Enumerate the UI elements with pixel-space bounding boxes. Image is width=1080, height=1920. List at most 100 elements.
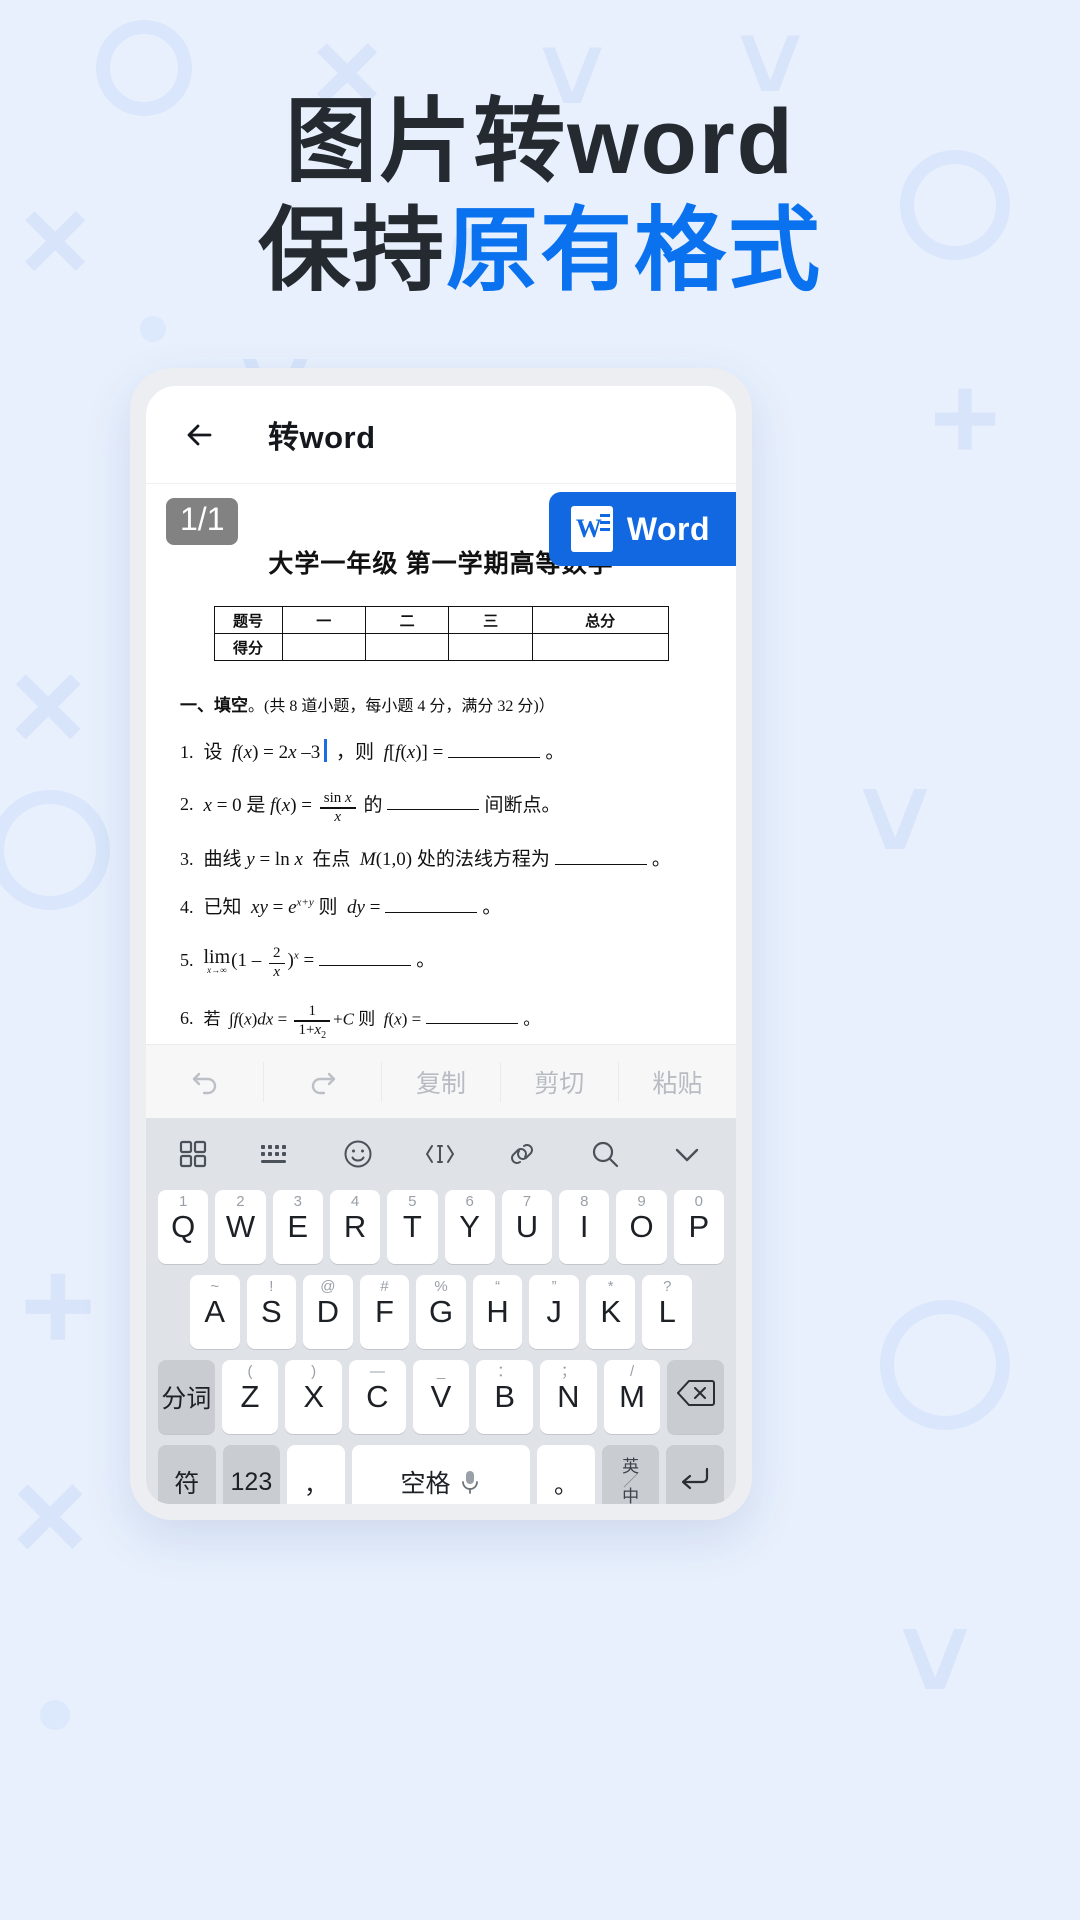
table-cell xyxy=(281,633,366,661)
question-item: 1. 设 f(x) = 2x –3 ，则 f[f(x)] =。 xyxy=(180,739,702,766)
cut-button[interactable]: 剪切 xyxy=(501,1061,619,1102)
key-hint: ) xyxy=(311,1363,317,1380)
key-hint: / xyxy=(629,1363,635,1380)
key-u[interactable]: 7U xyxy=(501,1190,553,1264)
hero-headline: 图片转word 保持原有格式 xyxy=(0,88,1080,305)
key-enter[interactable] xyxy=(666,1445,724,1504)
key-h[interactable]: “H xyxy=(472,1275,523,1349)
deco-chevron: ˅ xyxy=(860,753,931,887)
question-content: lim x→∞ (1 – 2 x)x =。 xyxy=(203,944,436,980)
undo-button[interactable] xyxy=(146,1061,265,1102)
question-content: 曲线 y = ln x 在点 M(1,0) 处的法线方程为。 xyxy=(203,848,671,870)
key-r[interactable]: 4R xyxy=(329,1190,381,1264)
grid-icon[interactable] xyxy=(170,1131,216,1177)
search-icon[interactable] xyxy=(582,1131,628,1177)
section-title-bold: 一、填空 xyxy=(180,696,248,715)
answer-blank xyxy=(448,742,541,758)
microphone-icon[interactable] xyxy=(460,1469,482,1495)
key-label: S xyxy=(260,1294,282,1329)
key-v[interactable]: _ V xyxy=(412,1360,470,1434)
phone-mockup: 转word 1/1 W Word 大学一年级 第一学期高等数学 题号 一 二 三… xyxy=(130,368,752,1520)
key-p[interactable]: 0P xyxy=(673,1190,724,1264)
redo-button[interactable] xyxy=(264,1061,383,1102)
question-number: 5. xyxy=(180,949,194,970)
key-w[interactable]: 2W xyxy=(215,1190,266,1264)
table-row: 得分 xyxy=(213,633,669,661)
clipboard-link-icon[interactable] xyxy=(499,1131,545,1177)
key-label: U xyxy=(515,1209,539,1244)
key-b[interactable]: ： B xyxy=(476,1360,534,1434)
document-preview[interactable]: 1/1 W Word 大学一年级 第一学期高等数学 题号 一 二 三 总分 得分… xyxy=(146,484,736,1044)
key-a[interactable]: ~ A xyxy=(189,1275,240,1349)
key-i[interactable]: 8I xyxy=(559,1190,610,1264)
key-label: A xyxy=(204,1294,226,1329)
key-d[interactable]: @ D xyxy=(303,1275,353,1349)
virtual-keyboard: 1Q 2W 3E 4R 5T 6Y 7U 8I 9O 0P ~ A ! S @ D #… xyxy=(146,1118,736,1504)
key-m[interactable]: / M xyxy=(603,1360,661,1434)
key-z[interactable]: (Z xyxy=(221,1360,279,1434)
export-word-button[interactable]: W Word xyxy=(548,492,736,566)
key-symbols[interactable]: 符 xyxy=(158,1445,216,1504)
word-file-icon: W xyxy=(570,506,613,552)
key-g[interactable]: % G xyxy=(416,1275,466,1349)
headline-line1-part1: 图片转 xyxy=(285,91,568,193)
redo-icon xyxy=(306,1065,340,1099)
key-numbers[interactable]: 123 xyxy=(222,1445,281,1504)
keyboard-row-1: 1Q 2W 3E 4R 5T 6Y 7U 8I 9O 0P xyxy=(154,1190,728,1264)
key-label: Q xyxy=(171,1209,196,1244)
question-number: 3. xyxy=(180,848,194,869)
undo-icon xyxy=(188,1065,222,1099)
key-hint: 4 xyxy=(350,1193,360,1210)
key-k[interactable]: * K xyxy=(585,1275,636,1349)
key-s[interactable]: ! S xyxy=(246,1275,297,1349)
key-hint: % xyxy=(434,1278,448,1295)
key-period[interactable]: 。 xyxy=(537,1445,595,1504)
keyboard-row-2: ~ A ! S @ D # F % G “H ” J * K ? L xyxy=(154,1275,728,1349)
key-q[interactable]: 1Q xyxy=(158,1190,209,1264)
section-title: 一、填空。(共 8 道小题，每小题 4 分，满分 32 分)） xyxy=(180,691,702,716)
key-j[interactable]: ” J xyxy=(529,1275,579,1349)
key-c[interactable]: — C xyxy=(349,1360,406,1434)
key-comma[interactable]: ， xyxy=(287,1445,345,1504)
question-item: 5. lim x→∞ (1 – 2 x)x =。 xyxy=(180,944,702,980)
key-label: C xyxy=(366,1379,389,1414)
key-word-segmentation[interactable]: 分词 xyxy=(157,1360,215,1434)
deco-ring xyxy=(0,790,110,910)
table-cell: 总分 xyxy=(531,606,669,634)
key-hint: * xyxy=(607,1278,614,1295)
score-table: 题号 一 二 三 总分 得分 xyxy=(213,606,669,661)
key-n[interactable]: ； N xyxy=(540,1360,597,1434)
cursor-move-icon[interactable] xyxy=(417,1131,463,1177)
key-f[interactable]: # F xyxy=(359,1275,410,1349)
question-content: x = 0 是 f(x) = sin xx 的间断点。 xyxy=(203,789,561,825)
key-label: T xyxy=(402,1209,422,1244)
key-l[interactable]: ? L xyxy=(642,1275,693,1349)
key-label: X xyxy=(303,1379,324,1414)
key-space[interactable]: 空格 xyxy=(351,1445,531,1504)
copy-button[interactable]: 复制 xyxy=(382,1061,501,1102)
emoji-icon[interactable] xyxy=(335,1131,381,1177)
key-e[interactable]: 3E xyxy=(272,1190,323,1264)
key-language-toggle[interactable]: 英 ／ 中 xyxy=(601,1445,660,1504)
back-arrow-icon[interactable] xyxy=(180,415,220,455)
key-label: K xyxy=(600,1294,622,1329)
page-title: 转word xyxy=(268,420,376,455)
key-hint: ： xyxy=(497,1363,513,1380)
key-backspace[interactable] xyxy=(667,1360,725,1434)
key-label: W xyxy=(225,1209,256,1244)
key-o[interactable]: 9O xyxy=(616,1190,667,1264)
backspace-icon xyxy=(676,1378,715,1416)
keyboard-icon[interactable] xyxy=(252,1131,298,1177)
key-label: L xyxy=(658,1294,676,1329)
key-t[interactable]: 5T xyxy=(387,1190,438,1264)
paste-button[interactable]: 粘贴 xyxy=(619,1062,736,1102)
key-y[interactable]: 6Y xyxy=(444,1190,495,1264)
section-title-rest: 。(共 8 道小题，每小题 4 分，满分 32 分)） xyxy=(248,698,555,715)
chevron-down-icon[interactable] xyxy=(664,1131,710,1177)
key-hint: 2 xyxy=(236,1193,245,1210)
deco-plus: + xyxy=(20,1232,96,1378)
question-item: 6. 若 ∫f(x)dx = 1 1+x2 +C 则 f(x) =。 xyxy=(180,1002,702,1041)
slash-divider: ／ xyxy=(623,1473,639,1491)
table-cell xyxy=(531,633,669,661)
key-x[interactable]: ) X xyxy=(285,1360,342,1434)
